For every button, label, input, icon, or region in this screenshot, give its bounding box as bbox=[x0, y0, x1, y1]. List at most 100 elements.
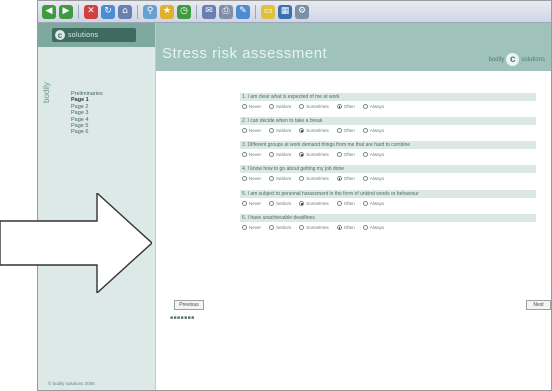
radio-button[interactable] bbox=[299, 201, 305, 206]
browser-toolbar: ◀ ▶ ✕ ↻ ⌂ ⚲ ★ ◷ ✉ ⎙ ✎ ▭ ▦ ⚙ bbox=[38, 1, 551, 23]
radio-button[interactable] bbox=[242, 176, 247, 181]
answer-option[interactable]: Never bbox=[242, 225, 261, 230]
radio-label: Always bbox=[369, 128, 385, 133]
radio-label: Seldom bbox=[276, 225, 292, 230]
answer-option[interactable]: Always bbox=[362, 201, 385, 206]
forward-icon[interactable]: ▶ bbox=[59, 4, 73, 19]
answer-option[interactable]: Never bbox=[242, 201, 261, 206]
radio-label: Never bbox=[249, 225, 262, 230]
answer-option[interactable]: Seldom bbox=[269, 176, 291, 181]
answer-option[interactable]: Never bbox=[242, 128, 261, 133]
stop-icon[interactable]: ✕ bbox=[84, 4, 98, 19]
answer-option[interactable]: Often bbox=[336, 104, 355, 109]
answer-option[interactable]: Often bbox=[336, 176, 355, 181]
answer-option[interactable]: Never bbox=[242, 104, 261, 109]
radio-button[interactable] bbox=[242, 104, 247, 109]
radio-button[interactable] bbox=[362, 201, 368, 206]
radio-label: Seldom bbox=[276, 104, 292, 109]
answer-option[interactable]: Always bbox=[362, 128, 385, 133]
radio-button[interactable] bbox=[242, 152, 247, 157]
radio-label: Sometimes bbox=[306, 152, 329, 157]
brand-logo-mark: c bbox=[55, 30, 65, 40]
radio-button[interactable] bbox=[242, 225, 247, 230]
answer-option[interactable]: Seldom bbox=[269, 104, 291, 109]
radio-button[interactable] bbox=[299, 152, 305, 157]
radio-label: Sometimes bbox=[306, 104, 329, 109]
favorites-icon[interactable]: ★ bbox=[160, 4, 174, 19]
answer-option[interactable]: Seldom bbox=[269, 152, 291, 157]
answer-option[interactable]: Always bbox=[362, 225, 385, 230]
answer-option[interactable]: Never bbox=[242, 152, 261, 157]
radio-button[interactable] bbox=[269, 104, 275, 109]
answer-option[interactable]: Seldom bbox=[269, 128, 291, 133]
answer-option[interactable]: Often bbox=[336, 201, 355, 206]
radio-label: Never bbox=[249, 152, 262, 157]
radio-button[interactable] bbox=[269, 128, 275, 133]
home-icon[interactable]: ⌂ bbox=[118, 4, 132, 19]
history-icon[interactable]: ◷ bbox=[177, 4, 191, 19]
edit-icon[interactable]: ✎ bbox=[236, 4, 250, 19]
answer-option[interactable]: Seldom bbox=[269, 225, 291, 230]
answer-option[interactable]: Often bbox=[336, 152, 355, 157]
previous-button[interactable]: Previous bbox=[174, 300, 204, 310]
radio-button[interactable] bbox=[362, 128, 368, 133]
radio-button[interactable] bbox=[269, 201, 275, 206]
sidebar-item-page-6[interactable]: Page 6 bbox=[71, 129, 103, 135]
next-button[interactable]: Next bbox=[526, 300, 551, 310]
radio-button[interactable] bbox=[299, 225, 305, 230]
radio-label: Often bbox=[343, 128, 355, 133]
radio-button[interactable] bbox=[269, 225, 275, 230]
radio-label: Always bbox=[369, 152, 385, 157]
messenger-icon[interactable]: ▦ bbox=[278, 4, 292, 19]
answer-option[interactable]: Sometimes bbox=[299, 225, 329, 230]
radio-button[interactable] bbox=[336, 225, 342, 230]
radio-button[interactable] bbox=[242, 128, 247, 133]
answer-option[interactable]: Sometimes bbox=[299, 176, 329, 181]
radio-button[interactable] bbox=[242, 201, 247, 206]
radio-label: Seldom bbox=[276, 176, 292, 181]
radio-label: Seldom bbox=[276, 152, 292, 157]
radio-button[interactable] bbox=[362, 176, 368, 181]
question-label: 6. I have unachievable deadlines bbox=[240, 214, 536, 222]
radio-button[interactable] bbox=[336, 176, 342, 181]
radio-label: Always bbox=[369, 225, 385, 230]
radio-button[interactable] bbox=[362, 225, 368, 230]
radio-button[interactable] bbox=[269, 152, 275, 157]
answer-option[interactable]: Often bbox=[336, 128, 355, 133]
refresh-icon[interactable]: ↻ bbox=[101, 4, 115, 19]
radio-button[interactable] bbox=[336, 104, 342, 109]
answer-option[interactable]: Sometimes bbox=[299, 201, 329, 206]
question-item: 5. I am subject to personal harassment i… bbox=[240, 190, 536, 206]
question-item: 3. Different groups at work demand thing… bbox=[240, 141, 536, 157]
progress-indicator: ■■■■■■■ bbox=[170, 315, 195, 321]
answer-option[interactable]: Often bbox=[336, 225, 355, 230]
answer-option[interactable]: Always bbox=[362, 104, 384, 109]
answer-option[interactable]: Always bbox=[362, 176, 384, 181]
answer-option[interactable]: Never bbox=[242, 176, 261, 181]
radio-button[interactable] bbox=[362, 104, 368, 109]
radio-button[interactable] bbox=[336, 128, 342, 133]
radio-button[interactable] bbox=[269, 176, 275, 181]
search-icon[interactable]: ⚲ bbox=[143, 4, 157, 19]
radio-label: Never bbox=[249, 128, 262, 133]
question-item: 1. I am clear what is expected of me at … bbox=[240, 93, 536, 109]
answer-option[interactable]: Seldom bbox=[269, 201, 291, 206]
print-icon[interactable]: ⎙ bbox=[219, 4, 233, 19]
answer-option[interactable]: Sometimes bbox=[299, 128, 329, 133]
radio-button[interactable] bbox=[336, 152, 342, 157]
question-label: 2. I can decide when to take a break bbox=[240, 117, 536, 125]
radio-button[interactable] bbox=[336, 201, 342, 206]
answer-option[interactable]: Sometimes bbox=[299, 152, 329, 157]
radio-button[interactable] bbox=[299, 104, 305, 109]
back-icon[interactable]: ◀ bbox=[42, 4, 56, 19]
radio-button[interactable] bbox=[299, 128, 305, 133]
folder-icon[interactable]: ▭ bbox=[261, 4, 275, 19]
radio-button[interactable] bbox=[299, 176, 305, 181]
tools-icon[interactable]: ⚙ bbox=[295, 4, 309, 19]
answer-option[interactable]: Always bbox=[362, 152, 385, 157]
page-header: Stress risk assessment bodily c solution… bbox=[156, 23, 551, 71]
radio-label: Always bbox=[369, 201, 385, 206]
answer-option[interactable]: Sometimes bbox=[299, 104, 329, 109]
mail-icon[interactable]: ✉ bbox=[202, 4, 216, 19]
radio-button[interactable] bbox=[362, 152, 368, 157]
